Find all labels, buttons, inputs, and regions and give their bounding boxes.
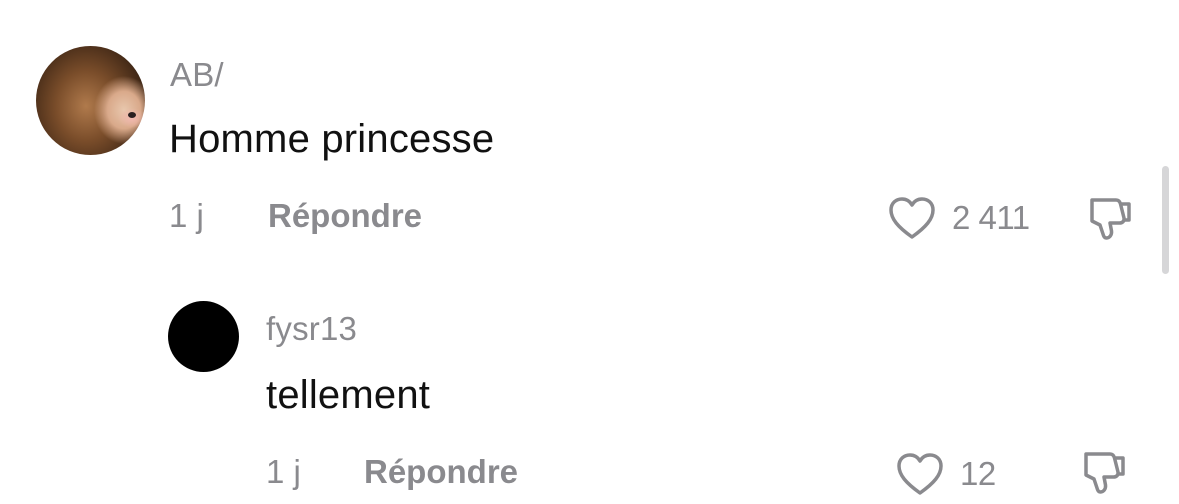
heart-outline-icon — [889, 197, 935, 239]
avatar[interactable] — [36, 46, 145, 155]
like-button[interactable] — [888, 196, 936, 240]
comment-time: 1 j — [169, 197, 204, 234]
like-count: 12 — [960, 455, 996, 492]
comment-time: 1 j — [266, 453, 301, 490]
comment-username[interactable]: AB/ — [170, 56, 224, 94]
like-count: 2 411 — [952, 199, 1030, 236]
avatar-detail — [128, 112, 136, 118]
scrollbar[interactable] — [1162, 166, 1169, 274]
avatar[interactable] — [168, 301, 239, 372]
avatar-detail — [138, 138, 145, 144]
dislike-button[interactable] — [1084, 194, 1132, 242]
comment-text: tellement — [266, 373, 431, 417]
comment-username[interactable]: fysr13 — [266, 310, 357, 348]
like-button[interactable] — [896, 452, 944, 496]
reply-button[interactable]: Répondre — [364, 453, 518, 491]
heart-outline-icon — [897, 453, 943, 495]
dislike-button[interactable] — [1078, 448, 1126, 496]
reply-button[interactable]: Répondre — [268, 197, 422, 235]
thumbs-down-icon — [1090, 198, 1131, 240]
comment-text: Homme princesse — [169, 117, 495, 161]
thumbs-down-icon — [1084, 452, 1125, 494]
